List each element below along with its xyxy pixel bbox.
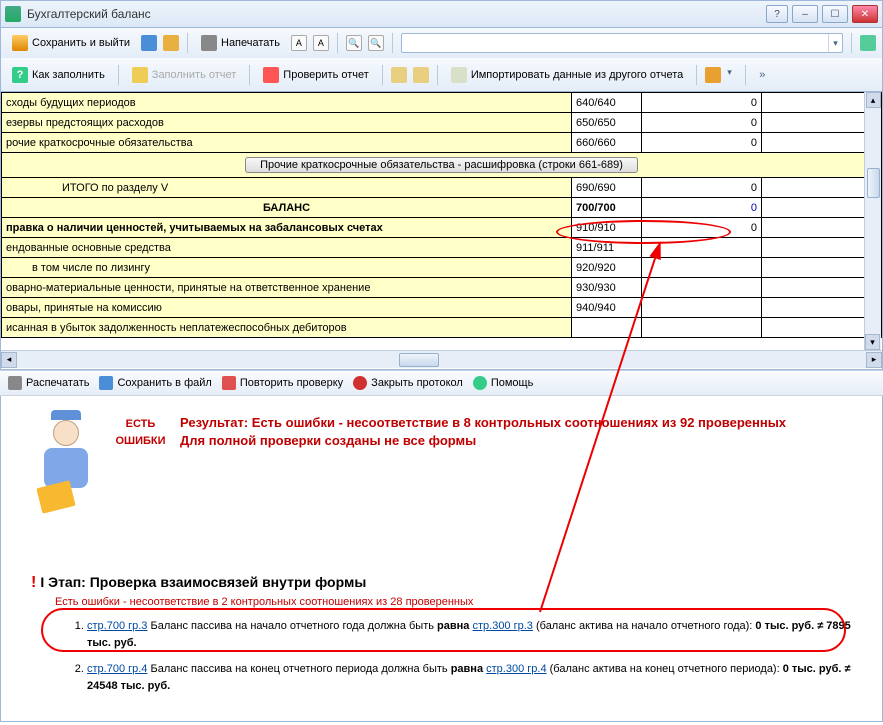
check-icon	[263, 67, 279, 83]
search-field[interactable]: ▾	[401, 33, 843, 53]
horizontal-scrollbar[interactable]: ◂ ▸	[1, 350, 882, 368]
help-button[interactable]: ?	[766, 5, 788, 23]
error-link[interactable]: стр.300 гр.4	[486, 663, 546, 675]
save-as-icon[interactable]	[163, 35, 179, 51]
error-link[interactable]: стр.700 гр.4	[87, 663, 147, 675]
proto-help-button[interactable]: Помощь	[473, 376, 534, 390]
print-icon	[201, 35, 217, 51]
protocol-toolbar: Распечатать Сохранить в файл Повторить п…	[0, 370, 883, 396]
table-row-balance[interactable]: БАЛАНС700/70000	[2, 198, 882, 218]
table-row[interactable]: овары, принятые на комиссию940/940	[2, 298, 882, 318]
hscroll-thumb[interactable]	[399, 353, 439, 367]
how-fill-label: Как заполнить	[32, 69, 105, 81]
scroll-down-icon[interactable]: ▾	[865, 334, 880, 350]
save-icon[interactable]	[141, 35, 157, 51]
print-label: Напечатать	[221, 37, 280, 49]
settings-dropdown-icon[interactable]: ▾	[727, 67, 737, 83]
proto-print-button[interactable]: Распечатать	[8, 376, 89, 390]
proto-close-button[interactable]: Закрыть протокол	[353, 376, 463, 390]
table-row[interactable]: оварно-материальные ценности, принятые н…	[2, 278, 882, 298]
print-icon	[8, 376, 22, 390]
table-row[interactable]: исанная в убыток задолженность неплатеже…	[2, 318, 882, 338]
window-title: Бухгалтерский баланс	[27, 7, 766, 21]
font-a-icon[interactable]: A	[291, 35, 307, 51]
save-exit-label: Сохранить и выйти	[32, 37, 130, 49]
doc-out-icon[interactable]	[413, 67, 429, 83]
disk-icon	[99, 376, 113, 390]
scroll-up-icon[interactable]: ▴	[866, 92, 881, 108]
repeat-icon	[222, 376, 236, 390]
scroll-left-icon[interactable]: ◂	[1, 352, 17, 368]
question-icon: ?	[12, 67, 28, 83]
zoom-out-icon[interactable]: 🔍	[368, 35, 384, 51]
officer-illustration	[31, 414, 101, 514]
import-icon	[451, 67, 467, 83]
table-row[interactable]: рочие краткосрочные обязательства660/660…	[2, 133, 882, 153]
settings-icon[interactable]	[705, 67, 721, 83]
error-badge: ЕСТЬ ОШИБКИ	[113, 414, 168, 448]
expand-rows-button[interactable]: Прочие краткосрочные обязательства - рас…	[245, 157, 638, 173]
vertical-scrollbar[interactable]: ▴ ▾	[864, 92, 881, 350]
font-b-icon[interactable]: A	[313, 35, 329, 51]
table-row-total[interactable]: ИТОГО по разделу V690/69000	[2, 178, 882, 198]
titlebar: Бухгалтерский баланс ? – ☐ ✕	[0, 0, 883, 28]
import-button[interactable]: Импортировать данные из другого отчета	[446, 65, 688, 85]
close-button[interactable]: ✕	[852, 5, 878, 23]
result-line-2: Для полной проверки созданы не все формы	[180, 432, 852, 450]
fill-report-button: Заполнить отчет	[127, 65, 242, 85]
table-row[interactable]: сходы будущих периодов640/64000	[2, 93, 882, 113]
close-proto-icon	[353, 376, 367, 390]
balance-grid: сходы будущих периодов640/64000 езервы п…	[0, 92, 883, 370]
error-item: стр.700 гр.4 Баланс пассива на конец отч…	[87, 661, 852, 694]
doc-in-icon[interactable]	[391, 67, 407, 83]
scroll-right-icon[interactable]: ▸	[866, 352, 882, 368]
pen-icon	[132, 67, 148, 83]
refresh-icon[interactable]	[860, 35, 876, 51]
scroll-thumb[interactable]	[867, 168, 880, 198]
print-button[interactable]: Напечатать	[196, 33, 285, 53]
table-row[interactable]: езервы предстоящих расходов650/65000	[2, 113, 882, 133]
app-icon	[5, 6, 21, 22]
overflow-icon[interactable]: »	[754, 67, 770, 83]
protocol-body[interactable]: ЕСТЬ ОШИБКИ Результат: Есть ошибки - нес…	[0, 396, 883, 722]
toolbar-primary: Сохранить и выйти Напечатать A A 🔍 🔍 ▾	[0, 28, 883, 58]
result-line-1: Результат: Есть ошибки - несоответствие …	[180, 414, 852, 432]
search-dropdown-icon[interactable]: ▾	[828, 34, 842, 52]
proto-repeat-button[interactable]: Повторить проверку	[222, 376, 343, 390]
proto-save-button[interactable]: Сохранить в файл	[99, 376, 211, 390]
how-fill-button[interactable]: ? Как заполнить	[7, 65, 110, 85]
stage-subtitle: Есть ошибки - несоответствие в 2 контрол…	[55, 596, 852, 608]
stage-title: !I Этап: Проверка взаимосвязей внутри фо…	[31, 574, 852, 592]
save-and-exit-button[interactable]: Сохранить и выйти	[7, 33, 135, 53]
bang-icon: !	[31, 574, 36, 591]
error-item: стр.700 гр.3 Баланс пассива на начало от…	[87, 618, 852, 651]
check-report-label: Проверить отчет	[283, 69, 369, 81]
save-exit-icon	[12, 35, 28, 51]
check-report-button[interactable]: Проверить отчет	[258, 65, 374, 85]
zoom-in-icon[interactable]: 🔍	[346, 35, 362, 51]
maximize-button[interactable]: ☐	[822, 5, 848, 23]
fill-report-label: Заполнить отчет	[152, 69, 237, 81]
error-link[interactable]: стр.300 гр.3	[472, 620, 532, 632]
minimize-button[interactable]: –	[792, 5, 818, 23]
import-label: Импортировать данные из другого отчета	[471, 69, 683, 81]
help-icon	[473, 376, 487, 390]
table-row[interactable]: ендованные основные средства911/911	[2, 238, 882, 258]
error-link[interactable]: стр.700 гр.3	[87, 620, 147, 632]
table-row[interactable]: в том числе по лизингу920/920	[2, 258, 882, 278]
toolbar-secondary: ? Как заполнить Заполнить отчет Проверить…	[0, 58, 883, 92]
